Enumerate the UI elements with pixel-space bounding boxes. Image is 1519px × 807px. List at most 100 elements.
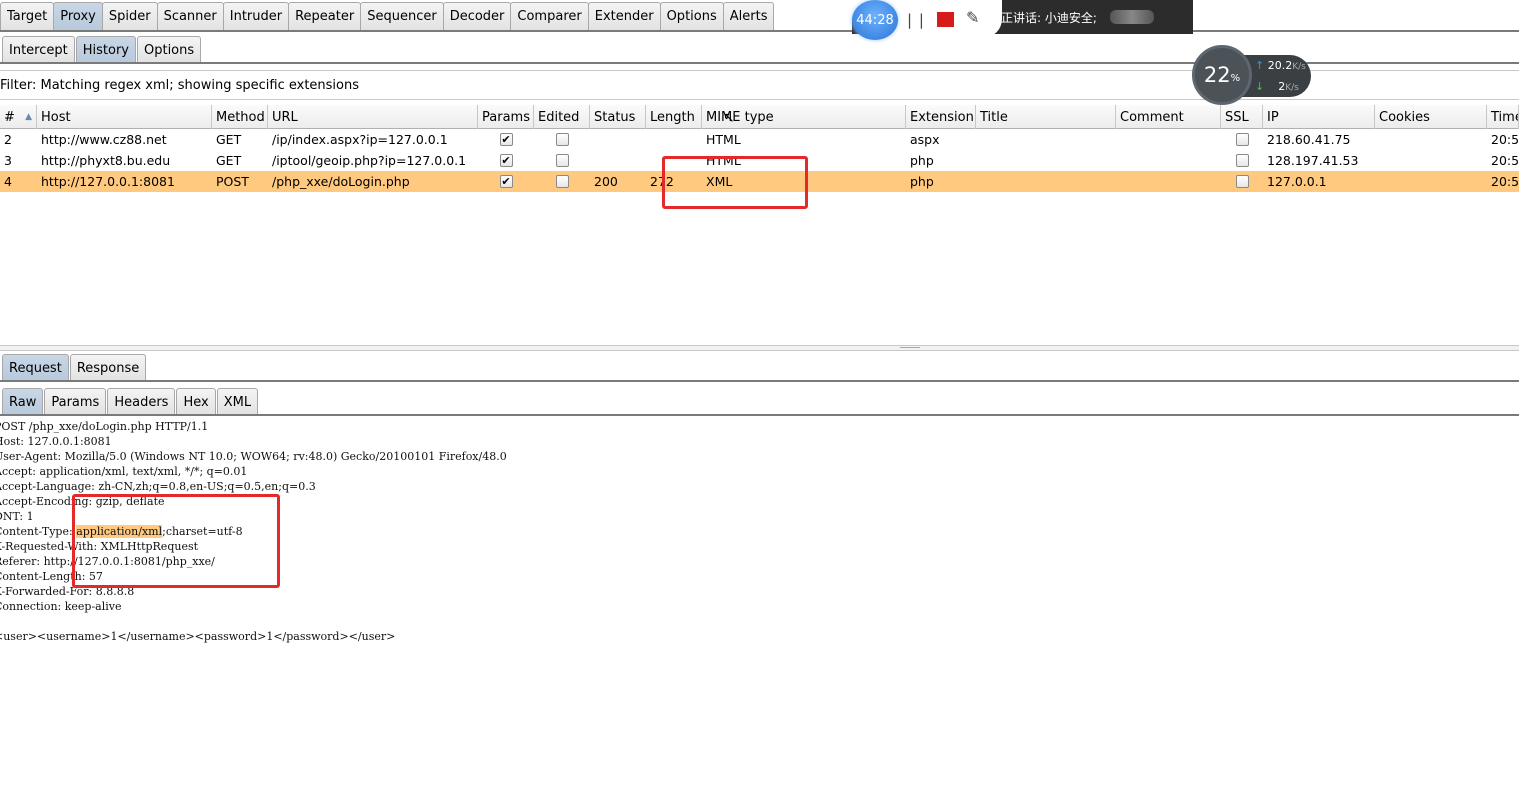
header-user-agent: User-Agent: Mozilla/5.0 (Windows NT 10.0…: [0, 450, 507, 463]
tab-params[interactable]: Params: [44, 388, 107, 415]
cell-cookies: [1375, 129, 1487, 150]
tab-spider[interactable]: Spider: [101, 2, 158, 30]
cell-ip: 127.0.0.1: [1267, 174, 1327, 189]
col-header-host[interactable]: Host: [37, 105, 212, 129]
cell-cookies: [1375, 171, 1487, 192]
pane-splitter[interactable]: [0, 345, 1519, 351]
edited-checkbox[interactable]: [555, 133, 569, 146]
blurred-name: [1110, 10, 1154, 24]
pen-icon[interactable]: ✎: [966, 8, 979, 27]
download-arrow-icon: ↓: [1255, 80, 1265, 93]
tab-history[interactable]: History: [75, 36, 136, 63]
splitter-grip-icon: [900, 347, 920, 349]
cell-extension: php: [910, 153, 934, 168]
ssl-checkbox[interactable]: [1235, 154, 1249, 167]
col-header-ip[interactable]: IP: [1263, 105, 1375, 129]
header-connection: Connection: keep-alive: [0, 600, 122, 613]
upload-arrow-icon: ↑: [1255, 59, 1265, 72]
cell-params: ✔: [478, 171, 534, 192]
tab-xml[interactable]: XML: [216, 388, 259, 415]
cell-num: 2: [4, 132, 12, 147]
col-header-cookies[interactable]: Cookies: [1375, 105, 1487, 129]
tab-intercept[interactable]: Intercept: [2, 36, 75, 63]
col-header-time[interactable]: Time: [1487, 105, 1519, 129]
table-header: # ▲ Host Method URL Params Edited Status …: [0, 105, 1519, 129]
header-accept: Accept: application/xml, text/xml, */*; …: [0, 465, 248, 478]
col-header-params[interactable]: Params: [478, 105, 534, 129]
annotation-box-mime: [662, 156, 808, 209]
tab-raw[interactable]: Raw: [2, 388, 44, 415]
col-header-status[interactable]: Status: [590, 105, 646, 129]
cell-title: [976, 150, 1116, 171]
col-header-ssl[interactable]: SSL: [1221, 105, 1263, 129]
tab-alerts[interactable]: Alerts: [722, 2, 775, 30]
table-row[interactable]: 2 http://www.cz88.net GET /ip/index.aspx…: [0, 129, 1519, 150]
cell-host: http://www.cz88.net: [41, 132, 167, 147]
annotation-box-content-type: [72, 494, 280, 588]
view-tab-bar: Raw Params Headers Hex XML: [0, 388, 259, 415]
params-checkbox[interactable]: ✔: [499, 175, 513, 188]
tab-target[interactable]: Target: [0, 2, 55, 30]
cell-params: ✔: [478, 129, 534, 150]
tab-scanner[interactable]: Scanner: [156, 2, 224, 30]
cell-ip: 218.60.41.75: [1267, 132, 1351, 147]
cell-host: http://phyxt8.bu.edu: [41, 153, 171, 168]
cell-edited: [534, 171, 590, 192]
ssl-checkbox[interactable]: [1235, 133, 1249, 146]
stop-icon[interactable]: [937, 12, 954, 27]
cell-ssl: [1221, 171, 1263, 192]
tab-intruder[interactable]: Intruder: [222, 2, 290, 30]
tab-proxy[interactable]: Proxy: [53, 2, 103, 30]
cell-edited: [534, 150, 590, 171]
tab-divider: [0, 30, 1519, 32]
tab-sequencer[interactable]: Sequencer: [360, 2, 444, 30]
col-header-extension[interactable]: Extension: [906, 105, 976, 129]
edited-checkbox[interactable]: [555, 175, 569, 188]
tab-proxy-options[interactable]: Options: [136, 36, 202, 63]
col-header-num[interactable]: # ▲: [0, 105, 37, 129]
params-checkbox[interactable]: ✔: [499, 154, 513, 167]
col-header-title[interactable]: Title: [976, 105, 1116, 129]
edited-checkbox[interactable]: [555, 154, 569, 167]
params-checkbox[interactable]: ✔: [499, 133, 513, 146]
message-tab-bar: Request Response: [0, 354, 147, 381]
cell-status: [590, 150, 646, 171]
tab-decoder[interactable]: Decoder: [442, 2, 512, 30]
cell-extension: php: [910, 174, 934, 189]
cell-comment: [1116, 171, 1221, 192]
cell-host: http://127.0.0.1:8081: [41, 174, 175, 189]
tab-comparer[interactable]: Comparer: [510, 2, 589, 30]
cell-title: [976, 171, 1116, 192]
col-header-length[interactable]: Length: [646, 105, 702, 129]
ssl-checkbox[interactable]: [1235, 175, 1249, 188]
cell-method: GET: [216, 153, 242, 168]
tab-response[interactable]: Response: [69, 354, 147, 381]
request-body: <user><username>1</username><password>1<…: [0, 630, 396, 643]
col-header-edited[interactable]: Edited: [534, 105, 590, 129]
tab-hex[interactable]: Hex: [176, 388, 216, 415]
cell-num: 3: [4, 153, 12, 168]
view-tab-divider: [0, 414, 1519, 416]
pause-icon[interactable]: | |: [907, 11, 925, 29]
tab-repeater[interactable]: Repeater: [288, 2, 362, 30]
header-host: Host: 127.0.0.1:8081: [0, 435, 112, 448]
col-header-method[interactable]: Method: [212, 105, 268, 129]
recorder-timer: 44:28: [852, 0, 898, 40]
cell-length: [646, 129, 702, 150]
col-header-url[interactable]: URL: [268, 105, 478, 129]
cell-url: /iptool/geoip.php?ip=127.0.0.1: [272, 153, 467, 168]
tab-extender[interactable]: Extender: [587, 2, 661, 30]
cell-comment: [1116, 150, 1221, 171]
tab-headers[interactable]: Headers: [107, 388, 176, 415]
cell-method: GET: [216, 132, 242, 147]
cell-time: 20:5: [1491, 174, 1519, 189]
col-header-comment[interactable]: Comment: [1116, 105, 1221, 129]
tab-request[interactable]: Request: [2, 354, 69, 381]
tab-options[interactable]: Options: [659, 2, 724, 30]
cell-url: /php_xxe/doLogin.php: [272, 174, 410, 189]
history-table: # ▲ Host Method URL Params Edited Status …: [0, 105, 1519, 345]
cell-url: /ip/index.aspx?ip=127.0.0.1: [272, 132, 448, 147]
cell-status: 200: [594, 174, 618, 189]
cell-comment: [1116, 129, 1221, 150]
